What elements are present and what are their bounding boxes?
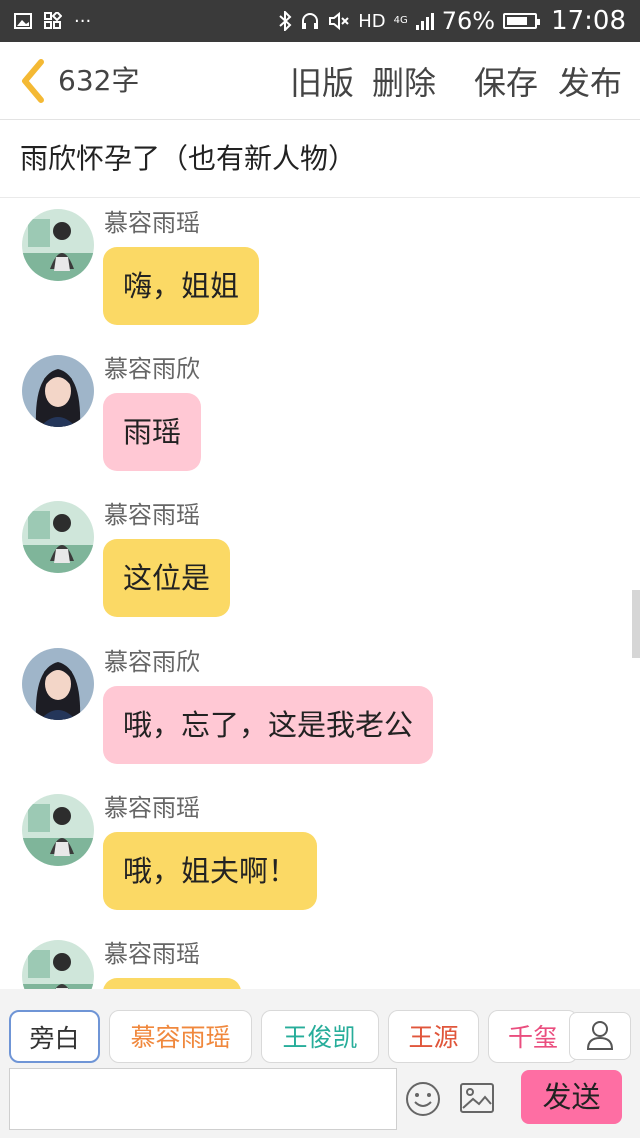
image-icon[interactable] — [459, 1082, 495, 1114]
message-bubble[interactable]: 这位是 — [103, 539, 231, 617]
old-version-button[interactable]: 旧版 — [290, 58, 354, 104]
role-tab-narrator[interactable]: 旁白 — [9, 1010, 100, 1063]
more-notifications: ··· — [74, 10, 92, 32]
speaker-name: 慕容雨瑶 — [104, 209, 200, 237]
picture-notification-icon — [14, 13, 32, 29]
send-button[interactable]: 发送 — [521, 1070, 622, 1124]
chat-list[interactable]: 慕容雨瑶 嗨，姐姐 慕容雨欣 雨瑶 慕容雨瑶 这位是 慕容雨欣 哦，忘了，这是我… — [0, 199, 640, 989]
composer: 旁白 慕容雨瑶 王俊凯 王源 千玺 发送 — [0, 989, 640, 1138]
avatar[interactable] — [22, 501, 94, 573]
editor-header: 632字 旧版 删除 保存 发布 — [0, 42, 640, 120]
story-title-row[interactable]: 雨欣怀孕了（也有新人物） — [0, 120, 640, 198]
speaker-name: 慕容雨瑶 — [104, 501, 200, 529]
role-tab-qianxi[interactable]: 千玺 — [488, 1010, 578, 1063]
message-bubble[interactable]: 嗨，姐姐 — [103, 247, 260, 325]
publish-button[interactable]: 发布 — [558, 58, 622, 104]
save-button[interactable]: 保存 — [474, 58, 538, 104]
message-input[interactable] — [9, 1068, 397, 1130]
word-count: 632字 — [58, 64, 140, 97]
avatar[interactable] — [22, 355, 94, 427]
speaker-name: 慕容雨瑶 — [104, 794, 200, 822]
role-tab-murong-yuyao[interactable]: 慕容雨瑶 — [109, 1010, 252, 1063]
story-title: 雨欣怀孕了（也有新人物） — [20, 142, 357, 175]
speaker-name: 慕容雨欣 — [104, 355, 200, 383]
role-tab-wang-yuan[interactable]: 王源 — [388, 1010, 479, 1063]
avatar[interactable] — [22, 794, 94, 866]
message-bubble[interactable] — [103, 978, 241, 989]
status-bar: ··· HD 4G 76% 17:08 — [0, 0, 640, 42]
emoji-icon[interactable] — [404, 1080, 442, 1118]
bluetooth-icon — [279, 11, 292, 31]
scrollbar[interactable] — [632, 590, 640, 658]
avatar[interactable] — [22, 940, 94, 989]
message-bubble[interactable]: 哦，忘了，这是我老公 — [103, 686, 434, 764]
message-bubble[interactable]: 雨瑶 — [103, 393, 202, 471]
person-icon[interactable] — [569, 1012, 631, 1060]
mute-icon — [329, 11, 349, 31]
clock: 17:08 — [551, 6, 626, 36]
network-type: 4G — [393, 15, 408, 26]
battery-icon — [503, 13, 541, 29]
apps-notification-icon — [44, 12, 62, 29]
avatar[interactable] — [22, 648, 94, 720]
back-chevron-icon[interactable] — [16, 56, 50, 106]
headphones-icon — [302, 13, 319, 29]
speaker-name: 慕容雨瑶 — [104, 940, 200, 968]
delete-button[interactable]: 删除 — [372, 58, 436, 104]
message-bubble[interactable]: 哦，姐夫啊！ — [103, 832, 318, 910]
speaker-name: 慕容雨欣 — [104, 648, 200, 676]
avatar[interactable] — [22, 209, 94, 281]
hd-indicator: HD — [358, 10, 386, 32]
role-tab-wang-junkai[interactable]: 王俊凯 — [261, 1010, 379, 1063]
signal-icon — [415, 12, 434, 30]
battery-percent: 76% — [441, 7, 496, 35]
